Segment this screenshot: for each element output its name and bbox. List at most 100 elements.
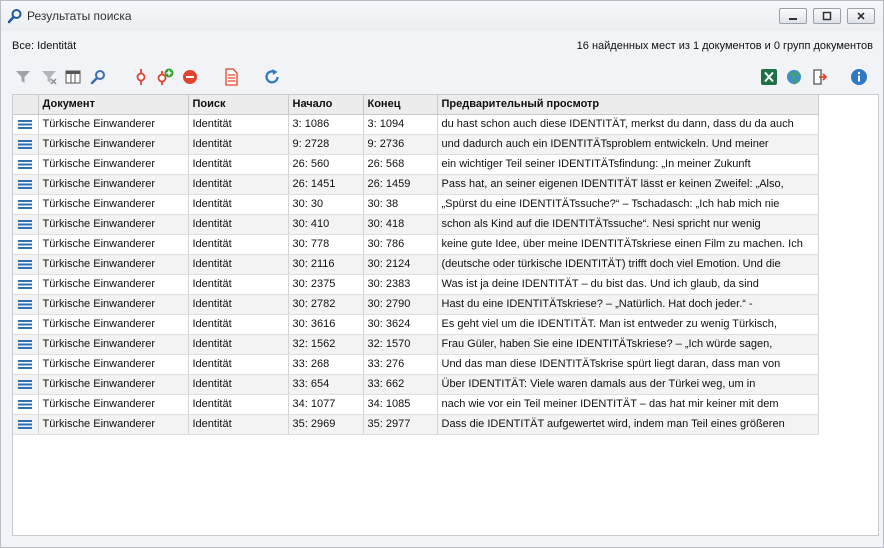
- cell-document[interactable]: Türkische Einwanderer: [38, 114, 189, 135]
- cell-preview[interactable]: (deutsche oder türkische IDENTITÄT) trif…: [437, 254, 819, 275]
- cell-end[interactable]: 30: 2790: [363, 294, 438, 315]
- row-icon-cell[interactable]: [13, 354, 39, 375]
- cell-preview[interactable]: ein wichtiger Teil seiner IDENTITÄTsfind…: [437, 154, 819, 175]
- cell-search[interactable]: Identität: [188, 134, 289, 155]
- excel-export-button[interactable]: [758, 66, 780, 88]
- cell-document[interactable]: Türkische Einwanderer: [38, 194, 189, 215]
- cell-search[interactable]: Identität: [188, 214, 289, 235]
- cell-document[interactable]: Türkische Einwanderer: [38, 214, 189, 235]
- add-code-button[interactable]: [154, 66, 176, 88]
- cell-document[interactable]: Türkische Einwanderer: [38, 154, 189, 175]
- cell-start[interactable]: 9: 2728: [288, 134, 364, 155]
- cell-end[interactable]: 30: 38: [363, 194, 438, 215]
- minimize-button[interactable]: [779, 8, 807, 24]
- cell-end[interactable]: 33: 276: [363, 354, 438, 375]
- cell-start[interactable]: 26: 560: [288, 154, 364, 175]
- export-button[interactable]: [809, 66, 831, 88]
- cell-document[interactable]: Türkische Einwanderer: [38, 174, 189, 195]
- refresh-button[interactable]: [261, 66, 283, 88]
- cell-end[interactable]: 32: 1570: [363, 334, 438, 355]
- cell-document[interactable]: Türkische Einwanderer: [38, 354, 189, 375]
- web-export-button[interactable]: [783, 66, 805, 88]
- table-row[interactable]: Türkische Einwanderer Identität 30: 410 30:…: [13, 214, 819, 235]
- row-icon-cell[interactable]: [13, 234, 39, 255]
- table-row[interactable]: Türkische Einwanderer Identität 32: 1562 32…: [13, 334, 819, 355]
- cell-search[interactable]: Identität: [188, 374, 289, 395]
- cell-end[interactable]: 30: 786: [363, 234, 438, 255]
- filter-button[interactable]: [12, 66, 34, 88]
- cell-end[interactable]: 34: 1085: [363, 394, 438, 415]
- cell-search[interactable]: Identität: [188, 234, 289, 255]
- cell-end[interactable]: 9: 2736: [363, 134, 438, 155]
- cell-start[interactable]: 34: 1077: [288, 394, 364, 415]
- cell-search[interactable]: Identität: [188, 414, 289, 435]
- cell-start[interactable]: 3: 1086: [288, 114, 364, 135]
- columns-button[interactable]: [62, 66, 84, 88]
- row-icon-cell[interactable]: [13, 154, 39, 175]
- cell-preview[interactable]: Über IDENTITÄT: Viele waren damals aus d…: [437, 374, 819, 395]
- cell-preview[interactable]: Frau Güler, haben Sie eine IDENTITÄTskri…: [437, 334, 819, 355]
- cell-preview[interactable]: Pass hat, an seiner eigenen IDENTITÄT lä…: [437, 174, 819, 195]
- cell-end[interactable]: 30: 3624: [363, 314, 438, 335]
- cell-document[interactable]: Türkische Einwanderer: [38, 374, 189, 395]
- table-row[interactable]: Türkische Einwanderer Identität 26: 560 26:…: [13, 154, 819, 175]
- cell-end[interactable]: 26: 1459: [363, 174, 438, 195]
- close-button[interactable]: [847, 8, 875, 24]
- cell-search[interactable]: Identität: [188, 274, 289, 295]
- cell-document[interactable]: Türkische Einwanderer: [38, 134, 189, 155]
- row-icon-cell[interactable]: [13, 214, 39, 235]
- row-icon-cell[interactable]: [13, 294, 39, 315]
- cell-search[interactable]: Identität: [188, 254, 289, 275]
- row-icon-cell[interactable]: [13, 374, 39, 395]
- cell-search[interactable]: Identität: [188, 294, 289, 315]
- document-button[interactable]: [220, 66, 242, 88]
- row-icon-cell[interactable]: [13, 394, 39, 415]
- cell-preview[interactable]: keine gute Idee, über meine IDENTITÄTskr…: [437, 234, 819, 255]
- cell-document[interactable]: Türkische Einwanderer: [38, 294, 189, 315]
- cell-document[interactable]: Türkische Einwanderer: [38, 334, 189, 355]
- cell-end[interactable]: 35: 2977: [363, 414, 438, 435]
- cell-search[interactable]: Identität: [188, 154, 289, 175]
- table-row[interactable]: Türkische Einwanderer Identität 30: 30 30: …: [13, 194, 819, 215]
- cell-search[interactable]: Identität: [188, 194, 289, 215]
- column-header-document[interactable]: Документ: [38, 95, 189, 115]
- row-icon-cell[interactable]: [13, 254, 39, 275]
- cell-preview[interactable]: Was ist ja deine IDENTITÄT – du bist das…: [437, 274, 819, 295]
- cell-search[interactable]: Identität: [188, 354, 289, 375]
- row-icon-cell[interactable]: [13, 274, 39, 295]
- row-icon-cell[interactable]: [13, 314, 39, 335]
- cell-preview[interactable]: Dass die IDENTITÄT aufgewertet wird, ind…: [437, 414, 819, 435]
- cell-start[interactable]: 32: 1562: [288, 334, 364, 355]
- cell-search[interactable]: Identität: [188, 334, 289, 355]
- cell-search[interactable]: Identität: [188, 394, 289, 415]
- table-row[interactable]: Türkische Einwanderer Identität 30: 3616 30…: [13, 314, 819, 335]
- cell-start[interactable]: 30: 2782: [288, 294, 364, 315]
- cell-end[interactable]: 33: 662: [363, 374, 438, 395]
- table-row[interactable]: Türkische Einwanderer Identität 30: 2375 30…: [13, 274, 819, 295]
- cell-search[interactable]: Identität: [188, 174, 289, 195]
- row-icon-cell[interactable]: [13, 194, 39, 215]
- cell-preview[interactable]: nach wie vor ein Teil meiner IDENTITÄT –…: [437, 394, 819, 415]
- maximize-button[interactable]: [813, 8, 841, 24]
- column-header-preview[interactable]: Предварительный просмотр: [437, 95, 819, 115]
- remove-button[interactable]: [179, 66, 201, 88]
- column-header-icon[interactable]: [13, 95, 39, 115]
- cell-start[interactable]: 30: 2116: [288, 254, 364, 275]
- cell-document[interactable]: Türkische Einwanderer: [38, 254, 189, 275]
- cell-preview[interactable]: Hast du eine IDENTITÄTskriese? – „Natürl…: [437, 294, 819, 315]
- cell-search[interactable]: Identität: [188, 114, 289, 135]
- table-row[interactable]: Türkische Einwanderer Identität 30: 2782 30…: [13, 294, 819, 315]
- cell-document[interactable]: Türkische Einwanderer: [38, 274, 189, 295]
- table-row[interactable]: Türkische Einwanderer Identität 34: 1077 34…: [13, 394, 819, 415]
- cell-start[interactable]: 30: 3616: [288, 314, 364, 335]
- cell-preview[interactable]: du hast schon auch diese IDENTITÄT, merk…: [437, 114, 819, 135]
- cell-start[interactable]: 35: 2969: [288, 414, 364, 435]
- table-row[interactable]: Türkische Einwanderer Identität 9: 2728 9: …: [13, 134, 819, 155]
- column-header-end[interactable]: Конец: [363, 95, 438, 115]
- row-icon-cell[interactable]: [13, 134, 39, 155]
- cell-preview[interactable]: „Spürst du eine IDENTITÄTssuche?“ – Tsch…: [437, 194, 819, 215]
- cell-end[interactable]: 30: 2383: [363, 274, 438, 295]
- info-button[interactable]: [848, 66, 870, 88]
- table-row[interactable]: Türkische Einwanderer Identität 3: 1086 3: …: [13, 114, 819, 135]
- table-row[interactable]: Türkische Einwanderer Identität 26: 1451 26…: [13, 174, 819, 195]
